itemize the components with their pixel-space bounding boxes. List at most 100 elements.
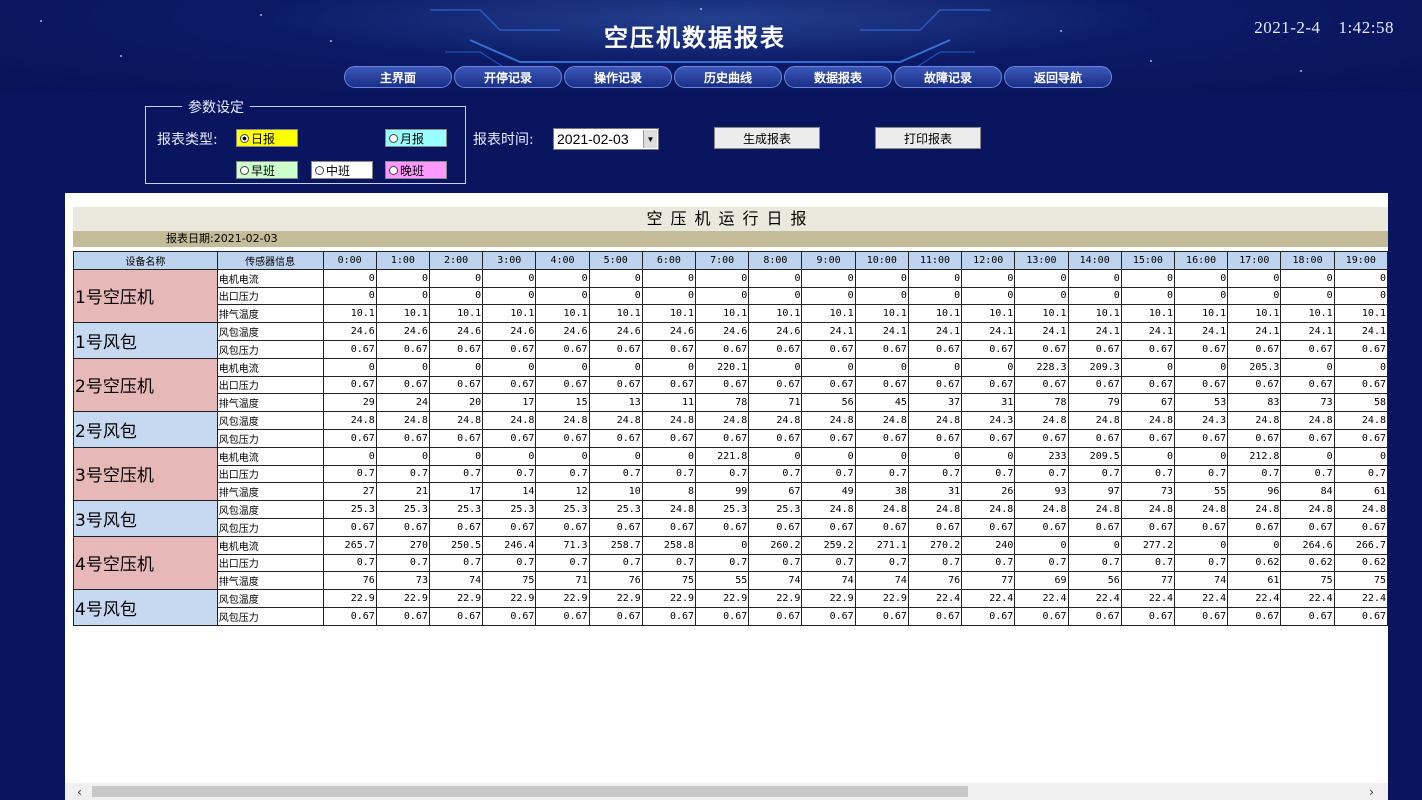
value-cell: 10.1 <box>907 304 963 324</box>
nav-main-button[interactable]: 主界面 <box>344 66 452 88</box>
scroll-thumb[interactable] <box>92 786 968 797</box>
sensor-name-cell: 风包压力 <box>216 517 324 537</box>
value-cell: 24.1 <box>801 322 856 341</box>
report-date-select[interactable]: 2021-02-03 ▼ <box>553 128 659 150</box>
value-cell: 0 <box>322 446 377 466</box>
scroll-right-icon[interactable]: › <box>1363 783 1380 800</box>
value-cell: 22.4 <box>907 589 963 608</box>
value-cell: 0 <box>641 357 697 377</box>
generate-report-button[interactable]: 生成报表 <box>714 127 820 149</box>
value-cell: 0.7 <box>961 553 1016 573</box>
value-cell: 24.1 <box>1173 322 1229 341</box>
sensor-name-cell: 出口压力 <box>216 375 324 395</box>
nav-report-button[interactable]: 数据报表 <box>784 66 892 88</box>
value-cell: 221.8 <box>695 446 750 466</box>
value-cell: 24.6 <box>482 322 537 341</box>
value-cell: 0.67 <box>482 517 537 537</box>
value-cell: 10.1 <box>482 304 537 324</box>
value-cell: 0 <box>641 286 697 306</box>
value-cell: 209.5 <box>1067 446 1122 466</box>
value-cell: 10 <box>588 482 643 502</box>
value-cell: 0.67 <box>1333 339 1388 359</box>
device-name-cell: 2号空压机 <box>73 357 218 413</box>
nav-operations-button[interactable]: 操作记录 <box>564 66 672 88</box>
value-cell: 0.67 <box>695 375 750 395</box>
table-row: 排气温度 27 21 17 14 12 10 8 99 67 49 38 31 26 93 97 73 55 96 8… <box>74 482 1388 502</box>
value-cell: 0 <box>535 446 590 466</box>
hour-column-header: 0:00 <box>322 251 377 270</box>
value-cell: 0.7 <box>1280 464 1335 484</box>
night-radio[interactable]: 晚班 <box>385 161 447 179</box>
daily-label: 日报 <box>251 131 276 146</box>
value-cell: 24.8 <box>748 411 803 430</box>
value-cell: 0 <box>801 268 856 288</box>
scroll-left-icon[interactable]: ‹ <box>71 783 88 800</box>
value-cell: 0.67 <box>695 517 750 537</box>
table-row: 出口压力 0.7 0.7 0.7 0.7 0.7 0.7 0.7 0.7 0.7 0.7 0.7 0.7… <box>74 464 1388 484</box>
value-cell: 0 <box>482 357 537 377</box>
daily-radio[interactable]: 日报 <box>236 129 298 147</box>
sensor-name-cell: 排气温度 <box>216 571 324 591</box>
value-cell: 0 <box>961 446 1016 466</box>
hour-column-header: 6:00 <box>641 251 697 270</box>
value-cell: 0 <box>1333 286 1388 306</box>
value-cell: 0 <box>1067 286 1122 306</box>
value-cell: 22.9 <box>482 589 537 608</box>
value-cell: 0 <box>1227 286 1282 306</box>
value-cell: 24.1 <box>1014 322 1069 341</box>
value-cell: 0 <box>1280 446 1335 466</box>
value-cell: 0.67 <box>375 517 430 537</box>
value-cell: 10.1 <box>961 304 1016 324</box>
value-cell: 0.7 <box>1120 464 1176 484</box>
value-cell: 10.1 <box>748 304 803 324</box>
nav-faults-button[interactable]: 故障记录 <box>894 66 1002 88</box>
value-cell: 0 <box>641 268 697 288</box>
value-cell: 0 <box>1173 357 1229 377</box>
value-cell: 0.67 <box>641 517 697 537</box>
value-cell: 0 <box>588 357 643 377</box>
value-cell: 0.67 <box>1014 517 1069 537</box>
value-cell: 0.67 <box>1067 606 1122 626</box>
nav-history-button[interactable]: 历史曲线 <box>674 66 782 88</box>
device-name-cell: 4号空压机 <box>73 535 218 591</box>
value-cell: 24.6 <box>428 322 484 341</box>
value-cell: 0.67 <box>535 517 590 537</box>
dropdown-arrow-icon[interactable]: ▼ <box>643 130 657 148</box>
value-cell: 22.9 <box>641 589 697 608</box>
value-cell: 0.67 <box>1014 375 1069 395</box>
value-cell: 0 <box>375 357 430 377</box>
value-cell: 0 <box>1014 286 1069 306</box>
nav-startstop-button[interactable]: 开停记录 <box>454 66 562 88</box>
value-cell: 0.67 <box>535 339 590 359</box>
value-cell: 264.6 <box>1280 535 1335 555</box>
mid-radio[interactable]: 中班 <box>311 161 373 179</box>
value-cell: 0.7 <box>641 553 697 573</box>
value-cell: 0 <box>695 535 750 555</box>
value-cell: 24.6 <box>322 322 377 341</box>
value-cell: 0 <box>428 357 484 377</box>
value-cell: 0.67 <box>1014 428 1069 448</box>
value-cell: 0 <box>1067 535 1122 555</box>
value-cell: 0.7 <box>695 553 750 573</box>
horizontal-scrollbar[interactable]: ‹ › <box>65 783 1388 800</box>
value-cell: 0 <box>1120 268 1176 288</box>
table-row: 风包压力 0.67 0.67 0.67 0.67 0.67 0.67 0.67 0.67 0.67… <box>74 428 1388 448</box>
sensor-name-cell: 电机电流 <box>216 268 324 288</box>
value-cell: 0.62 <box>1227 553 1282 573</box>
value-cell: 0.67 <box>695 339 750 359</box>
sensor-name-cell: 风包压力 <box>216 428 324 448</box>
morning-radio[interactable]: 早班 <box>236 161 298 179</box>
print-report-button[interactable]: 打印报表 <box>875 127 981 149</box>
value-cell: 0.7 <box>428 553 484 573</box>
value-cell: 240 <box>961 535 1016 555</box>
value-cell: 258.7 <box>588 535 643 555</box>
value-cell: 75 <box>641 571 697 591</box>
nav-back-button[interactable]: 返回导航 <box>1004 66 1112 88</box>
value-cell: 0.67 <box>1067 428 1122 448</box>
table-row: 1号风包 风包温度 24.6 24.6 24.6 24.6 24.6 24.6 24.6 24.6… <box>73 322 1388 359</box>
value-cell: 24.8 <box>1120 411 1176 430</box>
value-cell: 0.67 <box>1120 517 1176 537</box>
value-cell: 0.67 <box>482 339 537 359</box>
radio-icon <box>315 165 324 175</box>
monthly-radio[interactable]: 月报 <box>385 129 447 147</box>
